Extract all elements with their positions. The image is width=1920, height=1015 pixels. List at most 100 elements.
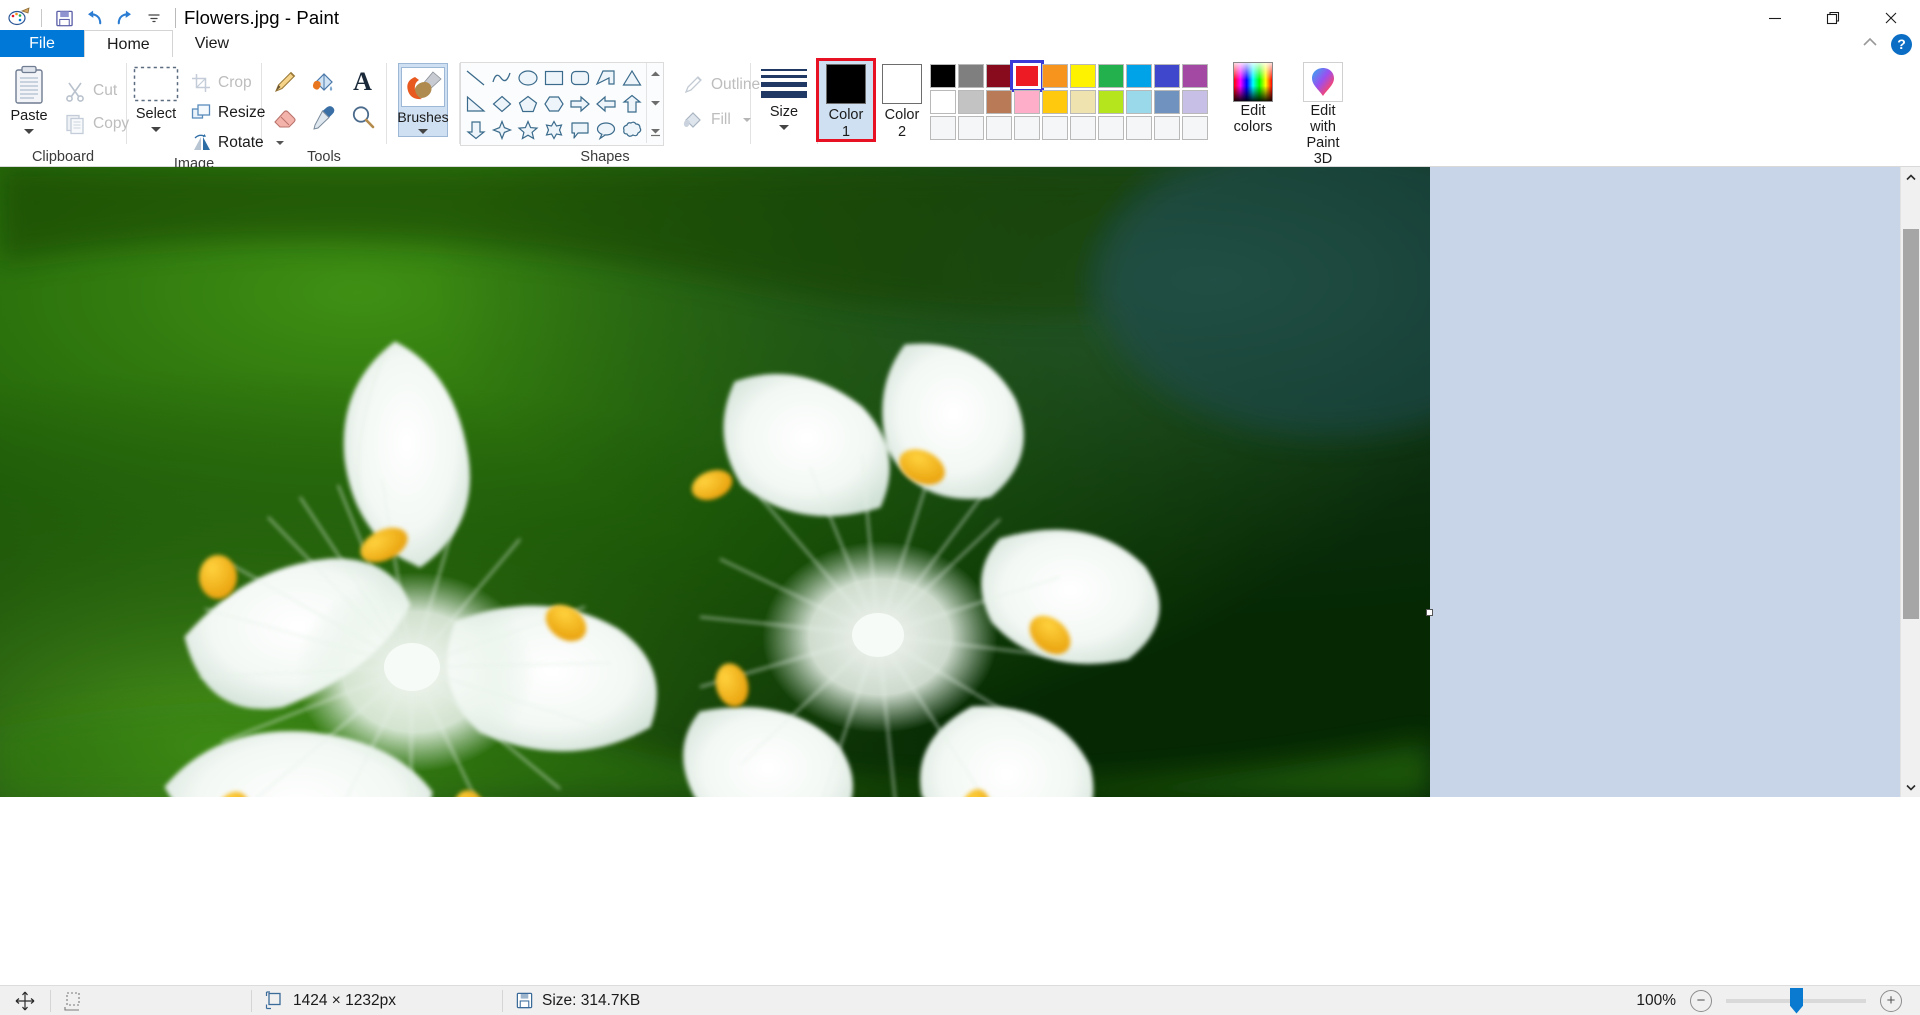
palette-swatch-r2-c2[interactable] bbox=[958, 90, 984, 114]
shapes-scroll-down-icon[interactable] bbox=[648, 95, 663, 111]
shapes-more-icon[interactable] bbox=[648, 124, 663, 140]
palette-swatch-r2-c1[interactable] bbox=[930, 90, 956, 114]
color-1-button[interactable]: Color1 bbox=[818, 60, 874, 140]
shape-rectangle[interactable] bbox=[541, 66, 566, 90]
fill-with-color-tool[interactable] bbox=[309, 67, 338, 96]
brushes-button[interactable]: Brushes bbox=[398, 63, 448, 137]
canvas-vertical-scrollbar[interactable] bbox=[1900, 167, 1920, 797]
shape-diamond[interactable] bbox=[489, 92, 514, 116]
palette-swatch-r3-c9[interactable] bbox=[1154, 116, 1180, 140]
palette-swatch-r1-c5[interactable] bbox=[1042, 64, 1068, 88]
shape-six-point-star[interactable] bbox=[541, 118, 566, 142]
tab-view[interactable]: View bbox=[173, 30, 251, 58]
size-button[interactable]: Size bbox=[755, 63, 813, 130]
canvas-resize-handle-right[interactable] bbox=[1426, 609, 1433, 616]
tab-home[interactable]: Home bbox=[84, 30, 173, 58]
collapse-ribbon-icon[interactable] bbox=[1861, 35, 1879, 54]
palette-swatch-r2-c4[interactable] bbox=[1014, 90, 1040, 114]
select-caret-down-icon[interactable] bbox=[151, 127, 161, 132]
cut-button[interactable]: Cut bbox=[58, 77, 135, 104]
shape-right-arrow[interactable] bbox=[567, 92, 592, 116]
paste-button[interactable]: Paste bbox=[0, 63, 58, 134]
shape-oval-callout[interactable] bbox=[593, 118, 618, 142]
palette-swatch-r3-c2[interactable] bbox=[958, 116, 984, 140]
shapes-scroll-up-icon[interactable] bbox=[648, 66, 663, 82]
copy-button[interactable]: Copy bbox=[58, 110, 135, 137]
palette-swatch-r3-c3[interactable] bbox=[986, 116, 1012, 140]
zoom-out-button[interactable]: − bbox=[1690, 990, 1712, 1012]
paste-caret-down-icon[interactable] bbox=[24, 129, 34, 134]
color-2-button[interactable]: Color2 bbox=[874, 60, 930, 140]
zoom-in-button[interactable]: + bbox=[1880, 990, 1902, 1012]
customize-qat-icon[interactable] bbox=[139, 3, 169, 33]
palette-swatch-r2-c10[interactable] bbox=[1182, 90, 1208, 114]
palette-swatch-r2-c5[interactable] bbox=[1042, 90, 1068, 114]
tab-file[interactable]: File bbox=[0, 30, 84, 58]
edit-with-paint-3d-button[interactable]: Edit withPaint 3D bbox=[1294, 60, 1352, 168]
shape-rounded-callout[interactable] bbox=[567, 118, 592, 142]
palette-swatch-r3-c8[interactable] bbox=[1126, 116, 1152, 140]
palette-swatch-r2-c9[interactable] bbox=[1154, 90, 1180, 114]
edit-colors-label: Editcolors bbox=[1234, 104, 1273, 136]
palette-swatch-r1-c2[interactable] bbox=[958, 64, 984, 88]
paint-app-icon[interactable] bbox=[4, 3, 34, 33]
text-tool[interactable]: A bbox=[348, 67, 377, 96]
size-caret-down-icon[interactable] bbox=[779, 125, 789, 130]
palette-swatch-r1-c9[interactable] bbox=[1154, 64, 1180, 88]
shape-five-point-star[interactable] bbox=[515, 118, 540, 142]
palette-swatch-r1-c6[interactable] bbox=[1070, 64, 1096, 88]
scroll-down-icon[interactable] bbox=[1901, 777, 1920, 797]
color-2-swatch bbox=[882, 64, 922, 104]
color-picker-tool[interactable] bbox=[309, 102, 338, 131]
shape-left-arrow[interactable] bbox=[593, 92, 618, 116]
shape-line[interactable] bbox=[463, 66, 488, 90]
edit-colors-button[interactable]: Editcolors bbox=[1224, 60, 1282, 136]
palette-swatch-r2-c7[interactable] bbox=[1098, 90, 1124, 114]
zoom-slider-thumb[interactable] bbox=[1790, 988, 1803, 1014]
shape-right-triangle[interactable] bbox=[463, 92, 488, 116]
pencil-tool[interactable] bbox=[270, 67, 299, 96]
fill-caret-down-icon[interactable] bbox=[743, 118, 751, 122]
eraser-tool[interactable] bbox=[270, 102, 299, 131]
palette-swatch-r2-c8[interactable] bbox=[1126, 90, 1152, 114]
palette-swatch-r3-c1[interactable] bbox=[930, 116, 956, 140]
scroll-up-icon[interactable] bbox=[1901, 167, 1920, 187]
palette-swatch-r3-c4[interactable] bbox=[1014, 116, 1040, 140]
palette-swatch-r2-c6[interactable] bbox=[1070, 90, 1096, 114]
palette-swatch-r3-c10[interactable] bbox=[1182, 116, 1208, 140]
brushes-caret-down-icon[interactable] bbox=[418, 129, 428, 134]
shape-curve[interactable] bbox=[489, 66, 514, 90]
zoom-controls: 100% − + bbox=[1636, 990, 1920, 1012]
palette-swatch-r1-c7[interactable] bbox=[1098, 64, 1124, 88]
zoom-slider-track[interactable] bbox=[1726, 999, 1866, 1003]
undo-icon[interactable] bbox=[79, 3, 109, 33]
select-button[interactable]: Select bbox=[127, 63, 185, 132]
palette-swatch-r1-c3[interactable] bbox=[986, 64, 1012, 88]
save-icon[interactable] bbox=[49, 3, 79, 33]
shape-cloud-callout[interactable] bbox=[619, 118, 644, 142]
shape-rounded-rectangle[interactable] bbox=[567, 66, 592, 90]
palette-swatch-r1-c8[interactable] bbox=[1126, 64, 1152, 88]
shape-oval[interactable] bbox=[515, 66, 540, 90]
palette-swatch-r3-c6[interactable] bbox=[1070, 116, 1096, 140]
shape-four-point-star[interactable] bbox=[489, 118, 514, 142]
image-canvas[interactable] bbox=[0, 167, 1430, 797]
scrollbar-thumb[interactable] bbox=[1903, 229, 1919, 619]
ribbon-group-tools: A bbox=[262, 57, 386, 167]
magnifier-tool[interactable] bbox=[348, 102, 377, 131]
help-icon[interactable]: ? bbox=[1891, 34, 1912, 55]
shape-triangle[interactable] bbox=[619, 66, 644, 90]
palette-swatch-r3-c7[interactable] bbox=[1098, 116, 1124, 140]
palette-swatch-r1-c4[interactable] bbox=[1014, 64, 1040, 88]
palette-swatch-r3-c5[interactable] bbox=[1042, 116, 1068, 140]
shape-down-arrow[interactable] bbox=[463, 118, 488, 142]
redo-icon[interactable] bbox=[109, 3, 139, 33]
shape-pentagon[interactable] bbox=[515, 92, 540, 116]
shape-hexagon[interactable] bbox=[541, 92, 566, 116]
shape-polygon[interactable] bbox=[593, 66, 618, 90]
palette-swatch-r1-c10[interactable] bbox=[1182, 64, 1208, 88]
palette-swatch-r1-c1[interactable] bbox=[930, 64, 956, 88]
shape-up-arrow[interactable] bbox=[619, 92, 644, 116]
palette-swatch-r2-c3[interactable] bbox=[986, 90, 1012, 114]
shapes-gallery-scrollbar[interactable] bbox=[646, 63, 663, 143]
